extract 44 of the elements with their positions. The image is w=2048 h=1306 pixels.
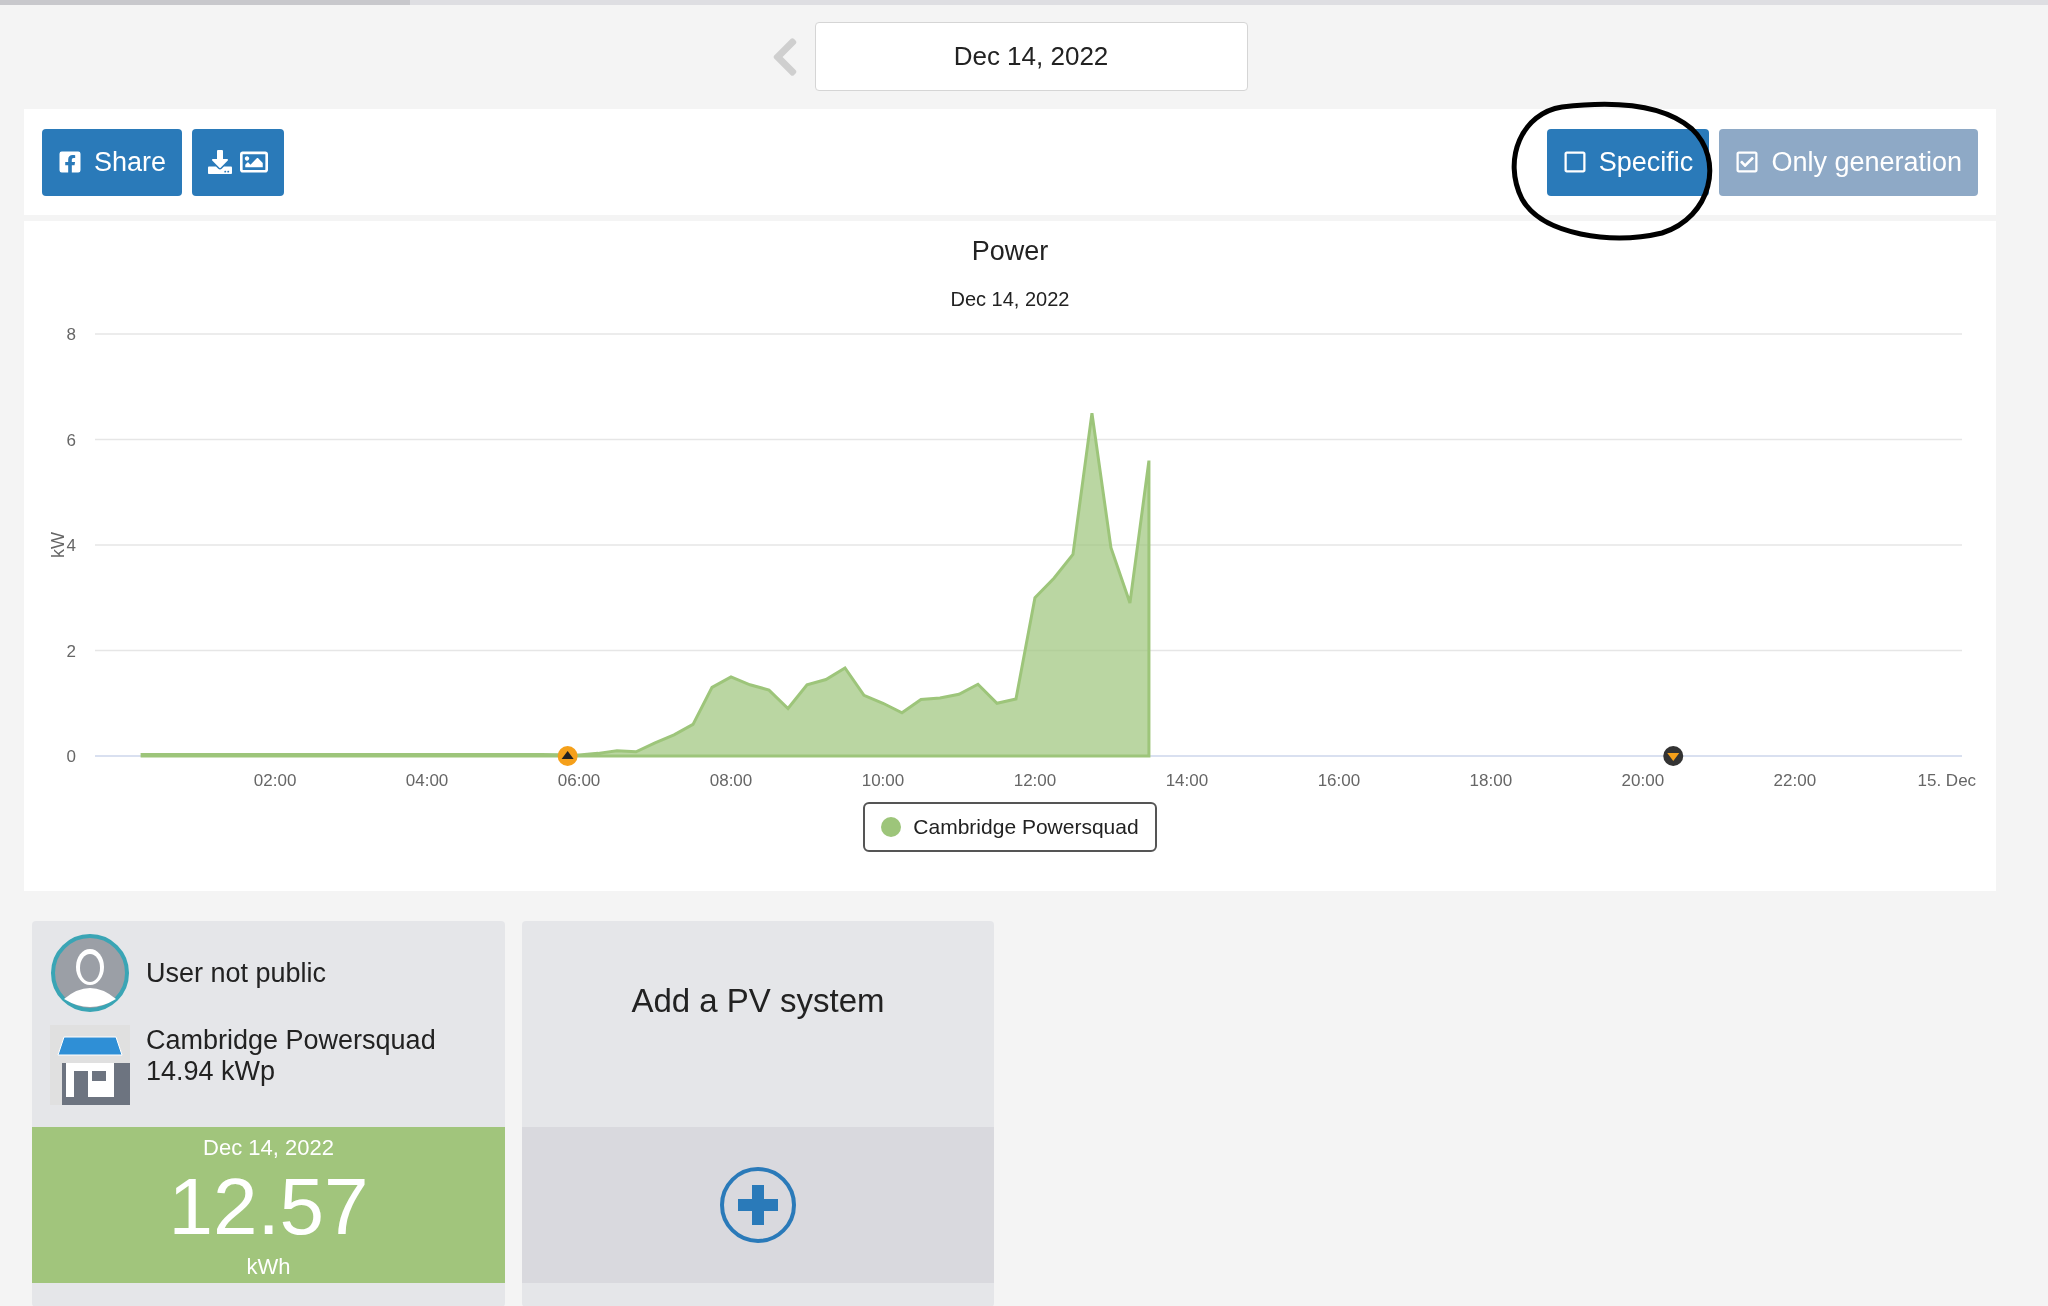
x-axis-label: 16:00 [1317,770,1361,790]
download-icon [208,150,233,174]
x-axis-label: 15. Dec [1917,770,1977,790]
x-axis-label: 20:00 [1621,770,1665,790]
x-axis-label: 10:00 [861,770,905,790]
y-axis-label: 4 [66,535,76,555]
x-axis-label: 18:00 [1469,770,1513,790]
sunset-icon [1663,745,1684,766]
x-axis-label: 06:00 [557,770,601,790]
sunrise-icon [557,745,578,766]
share-button[interactable]: Share [42,128,183,196]
yield-unit: kWh [246,1253,291,1281]
system-name: Cambridge Powersquad [146,1025,436,1056]
y-axis-label: 8 [66,324,76,344]
y-axis-label: 2 [66,641,76,660]
x-axis-label: 22:00 [1773,770,1817,790]
checkbox-icon [1562,150,1587,174]
x-axis-label: 02:00 [253,770,297,790]
chart-legend[interactable]: Cambridge Powersquad [863,801,1157,852]
owner-name: User not public [146,956,327,990]
y-axis-title: kW [48,531,68,558]
x-axis-label: 14:00 [1165,770,1209,790]
add-system-title: Add a PV system [631,981,885,1021]
checkbox-checked-icon [1735,150,1760,174]
add-system-card[interactable]: Add a PV system [522,921,994,1306]
date-field[interactable]: Dec 14, 2022 [814,22,1248,91]
download-image-button[interactable] [192,128,285,196]
x-axis-label: 08:00 [709,770,753,790]
system-capacity: 14.94 kWp [146,1056,277,1087]
solar-house-icon [50,1025,130,1105]
plus-circle-icon [718,1165,798,1245]
chart-title: Power [971,235,1049,268]
y-axis-label: 0 [66,746,76,766]
chart-subtitle: Dec 14, 2022 [950,286,1070,312]
x-axis-label: 04:00 [405,770,449,790]
facebook-icon [58,150,82,174]
yield-value: 12.57 [168,1164,369,1250]
legend-label: Cambridge Powersquad [913,813,1139,840]
x-axis-label: 12:00 [1013,770,1057,790]
user-avatar-icon [50,933,130,1013]
y-axis-label: 6 [66,430,76,449]
yield-date: Dec 14, 2022 [203,1134,334,1162]
toggle-button[interactable]: Specific [1546,128,1710,196]
system-card[interactable]: User not public Cambridge Powersquad 14.94 kWp Dec 14, 2022 12.57 kWh [32,921,505,1306]
